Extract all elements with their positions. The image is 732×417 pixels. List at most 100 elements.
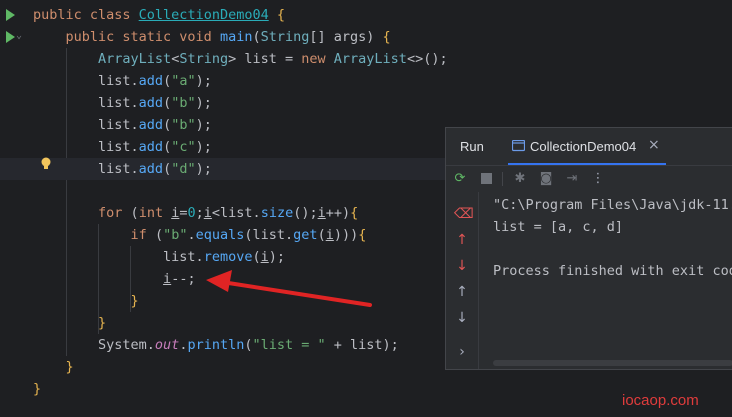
arrow-up-red-icon[interactable]: ↑ xyxy=(454,232,470,248)
code-text: list.add("a"); xyxy=(33,70,212,92)
code-token: { xyxy=(358,227,367,243)
camera-icon[interactable]: ◙ xyxy=(538,171,554,187)
code-token: list. xyxy=(33,117,139,133)
run-panel-header: Run CollectionDemo04 × xyxy=(446,128,732,166)
code-text: } xyxy=(33,312,106,334)
code-line[interactable]: public static void main(String[] args) { xyxy=(0,26,732,48)
code-token: ( xyxy=(163,139,172,155)
watermark-text: iocaop.com xyxy=(622,392,699,409)
run-toolbar: ⟳ ✱ ◙ ⇥ ⋮ xyxy=(446,166,732,192)
code-token: ); xyxy=(195,95,212,111)
code-text: } xyxy=(33,290,139,312)
code-token: (); xyxy=(293,205,318,221)
code-token: i xyxy=(203,205,212,221)
tab-collection-demo[interactable]: CollectionDemo04 × xyxy=(508,128,666,165)
code-text: list.add("b"); xyxy=(33,92,212,114)
code-token: ); xyxy=(268,249,286,265)
exit-icon[interactable]: ⇥ xyxy=(564,171,580,187)
code-line[interactable]: list.add("b"); xyxy=(0,92,732,114)
fold-icon[interactable]: ⌄ xyxy=(16,30,22,41)
code-token: } xyxy=(130,293,139,309)
horizontal-scrollbar[interactable] xyxy=(493,360,732,366)
code-token: new xyxy=(301,51,334,67)
clear-output-icon[interactable]: ⌫ xyxy=(454,206,474,222)
code-token: i xyxy=(260,249,269,265)
code-token: main xyxy=(219,29,253,45)
code-token: ( xyxy=(317,227,326,243)
code-token: ( xyxy=(163,95,172,111)
code-text: list.add("b"); xyxy=(33,114,212,136)
more-options-icon[interactable]: ⋮ xyxy=(590,171,606,187)
code-token: ArrayList xyxy=(333,51,407,67)
arrow-down-icon[interactable]: ↓ xyxy=(454,310,470,326)
code-token: ( xyxy=(163,117,172,133)
code-token: get xyxy=(293,227,318,243)
code-token: { xyxy=(350,205,359,221)
run-main-icon[interactable] xyxy=(6,31,15,43)
code-token: list. xyxy=(33,73,139,89)
code-token: remove xyxy=(203,249,253,265)
code-token: } xyxy=(33,381,42,397)
code-token: ArrayList xyxy=(98,51,172,67)
toolbar-divider xyxy=(502,172,503,186)
code-token: "b" xyxy=(171,117,196,133)
lightbulb-icon[interactable] xyxy=(40,157,52,171)
arrow-up-icon[interactable]: ↑ xyxy=(454,284,470,300)
code-token: list. xyxy=(33,139,139,155)
tab-close-icon[interactable]: × xyxy=(648,137,660,153)
code-text: list.add("d"); xyxy=(33,158,212,180)
code-token: <>(); xyxy=(406,51,448,67)
arrow-down-red-icon[interactable]: ↓ xyxy=(454,258,470,274)
code-token: println xyxy=(187,337,245,353)
code-token: "b" xyxy=(171,95,196,111)
run-class-icon[interactable] xyxy=(6,9,15,21)
debug-icon[interactable]: ✱ xyxy=(512,171,528,187)
code-token: add xyxy=(138,139,164,155)
code-token: public static void xyxy=(65,29,220,45)
code-line[interactable]: public class CollectionDemo04 { xyxy=(0,4,732,26)
rerun-icon[interactable]: ⟳ xyxy=(452,171,468,187)
code-token: ); xyxy=(195,161,212,177)
code-token: ; xyxy=(195,205,204,221)
code-token: ( xyxy=(130,205,139,221)
code-token: { xyxy=(276,7,285,23)
code-token: "a" xyxy=(171,73,196,89)
code-token: "d" xyxy=(171,161,196,177)
code-token: ( xyxy=(163,73,172,89)
code-text: System.out.println("list = " + list); xyxy=(33,334,399,356)
tab-label: CollectionDemo04 xyxy=(530,139,637,154)
run-title[interactable]: Run xyxy=(460,139,484,154)
code-token: 0 xyxy=(187,205,196,221)
console-icon xyxy=(512,140,525,152)
run-tool-window: Run CollectionDemo04 × ⟳ ✱ ◙ ⇥ ⋮ ⌫ ↑ ↓ ↑… xyxy=(445,127,732,370)
stop-icon[interactable] xyxy=(479,171,495,187)
code-token: ); xyxy=(195,73,212,89)
code-text: if ("b".equals(list.get(i))){ xyxy=(33,224,367,246)
code-token: } xyxy=(98,315,107,331)
code-token: i xyxy=(325,227,334,243)
code-token: list. xyxy=(33,95,139,111)
code-token: ( xyxy=(163,161,172,177)
code-token: i xyxy=(163,271,172,287)
code-token: (list. xyxy=(244,227,294,243)
code-token: list. xyxy=(33,249,204,265)
code-text: public static void main(String[] args) { xyxy=(33,26,391,48)
code-line[interactable]: list.add("a"); xyxy=(0,70,732,92)
console-line: list = [a, c, d] xyxy=(493,219,624,235)
code-token: add xyxy=(138,95,164,111)
code-line[interactable]: ArrayList<String> list = new ArrayList<>… xyxy=(0,48,732,70)
code-token: String xyxy=(260,29,310,45)
code-token: int xyxy=(138,205,172,221)
code-token: out xyxy=(154,337,180,353)
expand-chevron-icon[interactable]: › xyxy=(454,344,470,360)
code-token: System. xyxy=(33,337,155,353)
code-token: i xyxy=(317,205,326,221)
code-text: list.remove(i); xyxy=(33,246,285,268)
